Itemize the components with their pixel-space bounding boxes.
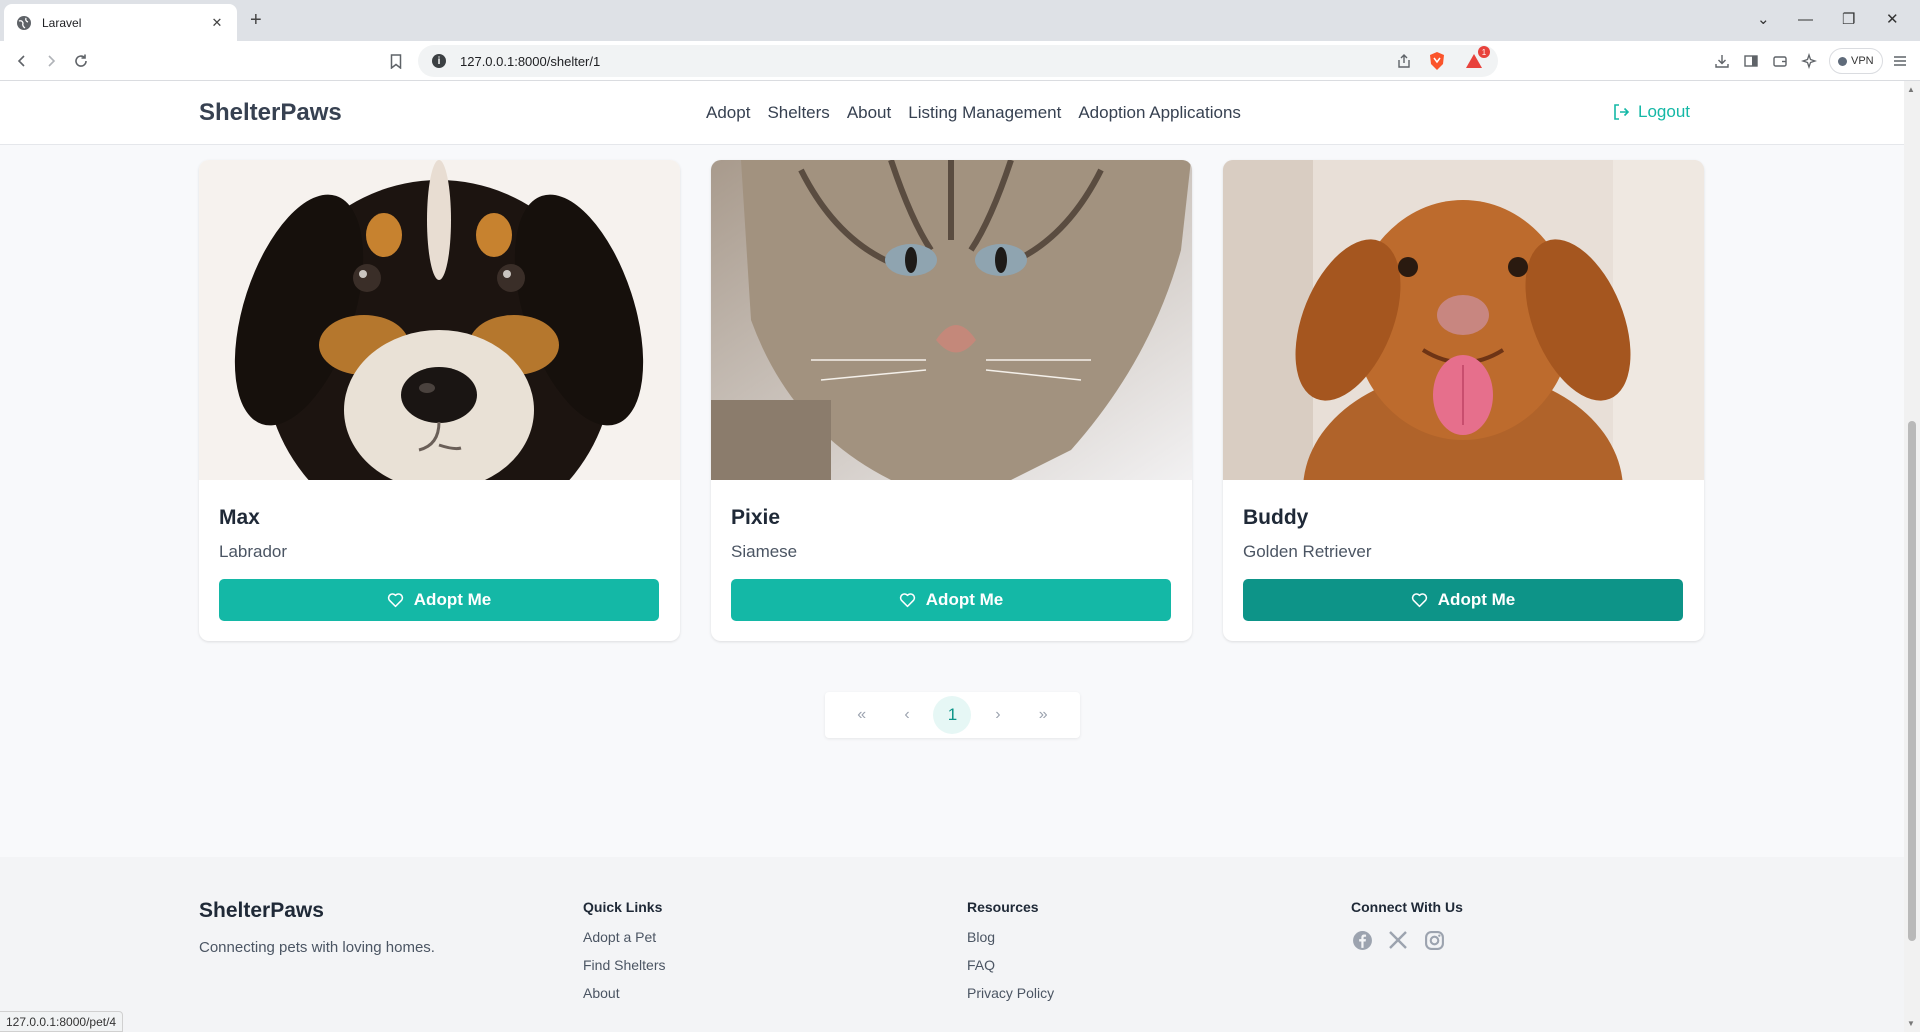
downloads-icon[interactable] [1712, 51, 1732, 71]
tab-search-icon[interactable]: ⌄ [1757, 10, 1770, 30]
logout-label: Logout [1638, 102, 1690, 121]
social-links [1351, 929, 1463, 951]
site-info-icon[interactable]: i [432, 54, 446, 68]
menu-icon[interactable] [1890, 51, 1910, 71]
address-url[interactable]: 127.0.0.1:8000/shelter/1 [460, 54, 1396, 69]
restore-icon[interactable]: ❐ [1842, 10, 1855, 30]
pet-breed: Labrador [219, 542, 288, 561]
adopt-me-label: Adopt Me [925, 590, 1004, 609]
logout-icon [1614, 104, 1630, 120]
pet-photo-cat[interactable] [711, 160, 1192, 480]
close-tab-icon[interactable]: ✕ [209, 15, 225, 31]
adopt-me-label: Adopt Me [413, 590, 492, 609]
globe-icon [17, 15, 31, 30]
share-icon[interactable] [1396, 53, 1412, 69]
page-scrollbar[interactable]: ▲ ▼ [1904, 81, 1920, 1032]
pagination: « ‹ 1 › » [825, 692, 1080, 738]
link-status-bar: 127.0.0.1:8000/pet/4 [0, 1011, 124, 1032]
back-icon[interactable] [12, 51, 32, 71]
browser-tab-bar: Laravel ✕ + ⌄ — ❐ ✕ [0, 0, 1920, 41]
footer-resources: Resources Blog FAQ Privacy Policy [967, 899, 1054, 1013]
adopt-me-button[interactable]: Adopt Me [731, 579, 1171, 621]
site-header: ShelterPaws Adopt Shelters About Listing… [0, 81, 1904, 145]
pet-card-list: Max Labrador Adopt Me Pixie Siamese Adop… [199, 160, 1704, 641]
pet-photo-dog[interactable] [1223, 160, 1704, 480]
nav-link-adoption-applications[interactable]: Adoption Applications [1078, 103, 1241, 123]
minimize-icon[interactable]: — [1798, 10, 1813, 30]
footer-link-privacy-policy[interactable]: Privacy Policy [967, 985, 1054, 1003]
footer-link-about[interactable]: About [583, 985, 665, 1003]
prev-page-button[interactable]: ‹ [888, 696, 926, 734]
footer-link-blog[interactable]: Blog [967, 929, 1054, 947]
footer-quick-links: Quick Links Adopt a Pet Find Shelters Ab… [583, 899, 665, 1013]
pet-breed: Golden Retriever [1243, 542, 1372, 561]
close-window-icon[interactable]: ✕ [1886, 10, 1899, 30]
vpn-button[interactable]: VPN [1829, 48, 1883, 74]
x-icon[interactable] [1387, 929, 1409, 951]
pet-breed: Siamese [731, 542, 798, 561]
nav-link-shelters[interactable]: Shelters [767, 103, 829, 123]
wallet-icon[interactable] [1770, 51, 1790, 71]
page-number-button[interactable]: 1 [933, 696, 972, 734]
pet-name[interactable]: Max [219, 506, 260, 530]
instagram-icon[interactable] [1423, 929, 1445, 951]
brave-rewards-icon[interactable]: 1 [1464, 46, 1490, 70]
last-page-button[interactable]: » [1024, 696, 1062, 734]
pet-name[interactable]: Buddy [1243, 506, 1308, 530]
brave-shield-icon[interactable] [1428, 51, 1446, 71]
browser-tab[interactable]: Laravel ✕ [4, 4, 237, 41]
nav-link-adopt[interactable]: Adopt [706, 103, 750, 123]
adopt-me-button[interactable]: Adopt Me [219, 579, 659, 621]
site-footer: ShelterPaws Connecting pets with loving … [0, 857, 1904, 1032]
bookmark-icon[interactable] [386, 51, 406, 71]
pet-card[interactable]: Max Labrador Adopt Me [199, 160, 680, 641]
main-nav: Adopt Shelters About Listing Management … [706, 103, 1241, 123]
heart-icon [1411, 593, 1427, 608]
vpn-status-icon [1838, 56, 1847, 66]
logout-button[interactable]: Logout [1612, 102, 1690, 122]
browser-toolbar: i 127.0.0.1:8000/shelter/1 1 VPN [0, 41, 1920, 81]
leo-ai-icon[interactable] [1799, 51, 1819, 71]
vpn-label: VPN [1851, 55, 1874, 67]
next-page-button[interactable]: › [979, 696, 1017, 734]
footer-heading: Quick Links [583, 899, 663, 915]
pet-photo-puppy[interactable] [199, 160, 680, 480]
footer-tagline: Connecting pets with loving homes. [199, 939, 435, 956]
pet-card[interactable]: Pixie Siamese Adopt Me [711, 160, 1192, 641]
rewards-badge: 1 [1478, 46, 1490, 58]
footer-link-faq[interactable]: FAQ [967, 957, 1054, 975]
page-viewport: ShelterPaws Adopt Shelters About Listing… [0, 81, 1904, 1032]
new-tab-icon[interactable]: + [250, 10, 262, 30]
reload-icon[interactable] [71, 51, 91, 71]
pet-name[interactable]: Pixie [731, 506, 780, 530]
footer-link-adopt-a-pet[interactable]: Adopt a Pet [583, 929, 665, 947]
footer-heading: Connect With Us [1351, 899, 1463, 915]
scroll-up-icon[interactable]: ▲ [1907, 85, 1915, 94]
address-bar[interactable]: i 127.0.0.1:8000/shelter/1 1 [418, 45, 1498, 77]
scroll-down-icon[interactable]: ▼ [1907, 1019, 1915, 1028]
pet-card[interactable]: Buddy Golden Retriever Adopt Me [1223, 160, 1704, 641]
scrollbar-thumb[interactable] [1908, 421, 1916, 941]
nav-link-about[interactable]: About [847, 103, 891, 123]
footer-brand: ShelterPaws [199, 899, 324, 922]
footer-link-find-shelters[interactable]: Find Shelters [583, 957, 665, 975]
first-page-button[interactable]: « [843, 696, 881, 734]
adopt-me-button[interactable]: Adopt Me [1243, 579, 1683, 621]
nav-link-listing-management[interactable]: Listing Management [908, 103, 1061, 123]
facebook-icon[interactable] [1351, 929, 1373, 951]
tab-title: Laravel [42, 15, 82, 30]
adopt-me-label: Adopt Me [1437, 590, 1516, 609]
site-brand[interactable]: ShelterPaws [199, 99, 342, 127]
heart-icon [387, 593, 403, 608]
heart-icon [899, 593, 915, 608]
footer-connect: Connect With Us [1351, 899, 1463, 951]
sidebar-icon[interactable] [1741, 51, 1761, 71]
footer-heading: Resources [967, 899, 1039, 915]
forward-icon[interactable] [41, 51, 61, 71]
